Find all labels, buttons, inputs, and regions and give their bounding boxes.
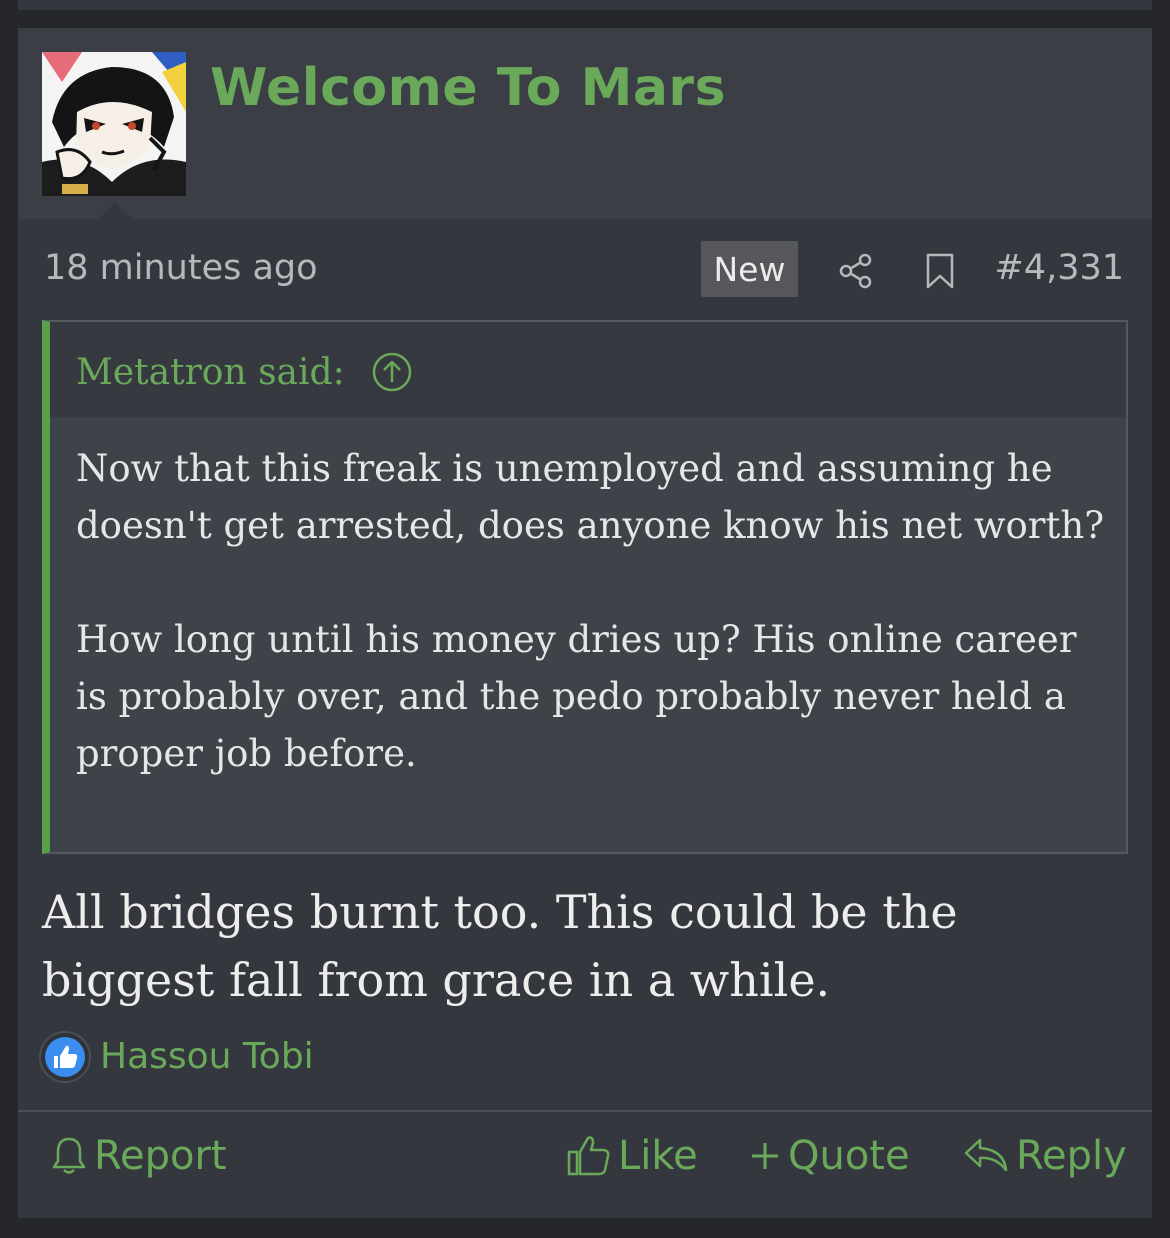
quote-block: Metatron said: Now that this freak is un… (42, 320, 1128, 854)
report-label: Report (94, 1133, 227, 1179)
new-badge: New (701, 241, 798, 297)
bookmark-icon[interactable] (924, 252, 956, 290)
plus-icon (752, 1143, 778, 1169)
post-message: All bridges burnt too. This could be the… (42, 885, 958, 1007)
thumbs-up-icon[interactable] (38, 1030, 92, 1084)
quote-paragraph: Now that this freak is unemployed and as… (76, 447, 1105, 547)
post-number[interactable]: #4,331 (994, 248, 1124, 288)
report-button[interactable]: Report (50, 1128, 227, 1184)
like-label: Like (618, 1133, 698, 1179)
forum-post: Welcome To Mars 18 minutes ago New #4,33… (18, 28, 1152, 1218)
user-avatar[interactable] (42, 52, 186, 196)
avatar-caret (98, 202, 132, 219)
post-username[interactable]: Welcome To Mars (210, 58, 726, 118)
thumbs-up-outline-icon (567, 1136, 610, 1176)
quote-body: Now that this freak is unemployed and as… (76, 440, 1116, 782)
reply-label: Reply (1016, 1133, 1127, 1179)
share-icon[interactable] (837, 252, 875, 290)
quote-button[interactable]: Quote (748, 1128, 910, 1184)
quote-label: Quote (788, 1133, 910, 1179)
reply-button[interactable]: Reply (962, 1128, 1127, 1184)
quote-paragraph: How long until his money dries up? His o… (76, 618, 1077, 775)
reply-icon (964, 1138, 1008, 1172)
previous-post-edge (18, 0, 1152, 10)
actions-divider (18, 1110, 1152, 1112)
reaction-user[interactable]: Hassou Tobi (100, 1036, 314, 1077)
post-user-header: Welcome To Mars (18, 28, 1152, 219)
arrow-up-circle-icon[interactable] (371, 351, 413, 393)
post-timestamp[interactable]: 18 minutes ago (44, 248, 318, 288)
like-button[interactable]: Like (566, 1128, 698, 1184)
bell-icon (52, 1137, 86, 1174)
quote-author[interactable]: Metatron said: (76, 352, 345, 393)
avatar-image (42, 52, 186, 196)
quote-header: Metatron said: (50, 322, 1126, 417)
